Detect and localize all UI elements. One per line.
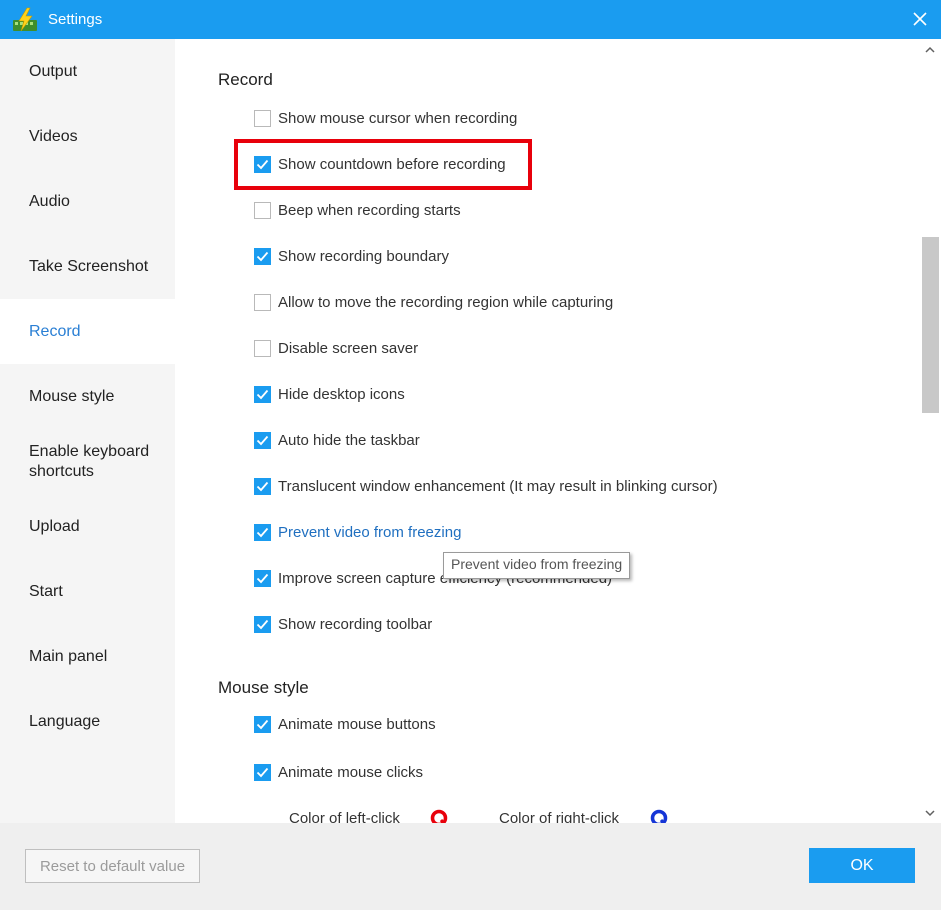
checkbox[interactable]	[254, 339, 271, 357]
option-label: Animate mouse clicks	[278, 763, 424, 781]
checkbox-checked[interactable]	[254, 431, 271, 449]
checkbox[interactable]	[254, 293, 271, 311]
ok-button[interactable]: OK	[809, 848, 915, 883]
checkbox-checked[interactable]	[254, 247, 271, 265]
option-label: Disable screen saver	[278, 339, 419, 357]
sidebar-item-label: Enable keyboard shortcuts	[29, 442, 150, 480]
option-translucent-window-enhancement[interactable]: Translucent window enhancement (It may r…	[254, 476, 718, 496]
close-icon	[913, 12, 927, 26]
checkmark-icon	[256, 389, 269, 399]
sidebar-item-output[interactable]: Output	[0, 39, 175, 104]
sidebar-item-label: Main panel	[29, 647, 108, 665]
option-label: Beep when recording starts	[278, 201, 461, 219]
sidebar-item-label: Output	[29, 62, 78, 80]
sidebar-item-label: Videos	[29, 127, 78, 145]
sidebar-item-label: Mouse style	[29, 387, 115, 405]
option-prevent-video-freezing[interactable]: Prevent video from freezing	[254, 522, 461, 542]
left-click-color-label: Color of left-click	[289, 810, 400, 823]
checkbox-checked[interactable]	[254, 615, 271, 633]
right-click-color-swatch[interactable]	[649, 808, 669, 823]
sidebar-item-take-screenshot[interactable]: Take Screenshot	[0, 234, 175, 299]
sidebar-item-label: Take Screenshot	[29, 257, 149, 275]
sidebar-item-videos[interactable]: Videos	[0, 104, 175, 169]
option-animate-mouse-clicks[interactable]: Animate mouse clicks	[254, 762, 423, 782]
sidebar-item-label: Audio	[29, 192, 70, 210]
option-beep-on-start[interactable]: Beep when recording starts	[254, 200, 461, 220]
option-disable-screen-saver[interactable]: Disable screen saver	[254, 338, 418, 358]
option-label: Show mouse cursor when recording	[278, 109, 518, 127]
option-label: Hide desktop icons	[278, 385, 405, 403]
right-click-color-label: Color of right-click	[499, 810, 620, 823]
chevron-up-icon	[925, 46, 935, 53]
checkmark-icon	[256, 159, 269, 169]
left-click-color-swatch[interactable]	[429, 808, 449, 823]
sidebar-item-label: Language	[29, 712, 101, 730]
mouse-style-section-title: Mouse style	[218, 678, 309, 697]
checkmark-icon	[256, 527, 269, 537]
lightning-film-app-icon	[11, 7, 39, 33]
sidebar-item-main-panel[interactable]: Main panel	[0, 624, 175, 689]
scroll-up-button[interactable]	[919, 41, 941, 57]
checkbox[interactable]	[254, 201, 271, 219]
option-label: Auto hide the taskbar	[278, 431, 420, 449]
option-label: Animate mouse buttons	[278, 715, 436, 733]
sidebar-item-language[interactable]: Language	[0, 689, 175, 754]
sidebar-item-audio[interactable]: Audio	[0, 169, 175, 234]
checkmark-icon	[256, 619, 269, 629]
option-label: Prevent video from freezing	[278, 523, 462, 541]
dialog-footer: Reset to default value OK	[0, 823, 941, 910]
sidebar-item-mouse-style[interactable]: Mouse style	[0, 364, 175, 429]
option-label: Show recording boundary	[278, 247, 449, 265]
reset-default-button[interactable]: Reset to default value	[25, 849, 200, 883]
sidebar-item-start[interactable]: Start	[0, 559, 175, 624]
option-label: Allow to move the recording region while…	[278, 293, 614, 311]
option-move-region-while-capturing[interactable]: Allow to move the recording region while…	[254, 292, 613, 312]
checkmark-icon	[256, 435, 269, 445]
checkmark-icon	[256, 767, 269, 777]
checkmark-icon	[256, 573, 269, 583]
record-section-title: Record	[218, 70, 273, 89]
option-show-countdown[interactable]: Show countdown before recording	[254, 154, 506, 174]
tooltip: Prevent video from freezing	[443, 552, 631, 579]
option-label: Show recording toolbar	[278, 615, 433, 633]
checkbox-checked[interactable]	[254, 385, 271, 403]
scroll-down-button[interactable]	[919, 805, 941, 821]
sidebar-item-label: Start	[29, 582, 63, 600]
checkbox-checked[interactable]	[254, 715, 271, 733]
option-show-recording-boundary[interactable]: Show recording boundary	[254, 246, 449, 266]
checkbox-checked[interactable]	[254, 155, 271, 173]
option-auto-hide-taskbar[interactable]: Auto hide the taskbar	[254, 430, 420, 450]
checkmark-icon	[256, 719, 269, 729]
option-label: Show countdown before recording	[278, 155, 506, 173]
checkbox[interactable]	[254, 109, 271, 127]
window-title: Settings	[48, 11, 103, 28]
sidebar-item-label: Upload	[29, 517, 80, 535]
title-bar: Settings	[0, 0, 941, 39]
checkbox-checked[interactable]	[254, 523, 271, 541]
close-button[interactable]	[903, 3, 937, 35]
vertical-scrollbar[interactable]	[919, 39, 941, 823]
option-animate-mouse-buttons[interactable]: Animate mouse buttons	[254, 714, 436, 734]
checkmark-icon	[256, 481, 269, 491]
option-hide-desktop-icons[interactable]: Hide desktop icons	[254, 384, 405, 404]
option-show-recording-toolbar[interactable]: Show recording toolbar	[254, 614, 432, 634]
checkbox-checked[interactable]	[254, 569, 271, 587]
option-label: Translucent window enhancement (It may r…	[278, 477, 718, 495]
checkbox-checked[interactable]	[254, 763, 271, 781]
sidebar-item-record[interactable]: Record	[0, 299, 175, 364]
option-show-mouse-cursor[interactable]: Show mouse cursor when recording	[254, 108, 517, 128]
sidebar-item-upload[interactable]: Upload	[0, 494, 175, 559]
chevron-down-icon	[925, 809, 935, 816]
checkmark-icon	[256, 251, 269, 261]
settings-sidebar: Output Videos Audio Take Screenshot Reco…	[0, 39, 175, 823]
settings-content: Record Show mouse cursor when recording …	[175, 39, 919, 823]
scrollbar-thumb[interactable]	[922, 237, 939, 413]
click-ring-icon	[650, 809, 668, 823]
sidebar-item-label: Record	[29, 322, 81, 340]
sidebar-item-enable-keyboard-shortcuts[interactable]: Enable keyboard shortcuts	[0, 429, 175, 494]
checkbox-checked[interactable]	[254, 477, 271, 495]
click-ring-icon	[430, 809, 448, 823]
